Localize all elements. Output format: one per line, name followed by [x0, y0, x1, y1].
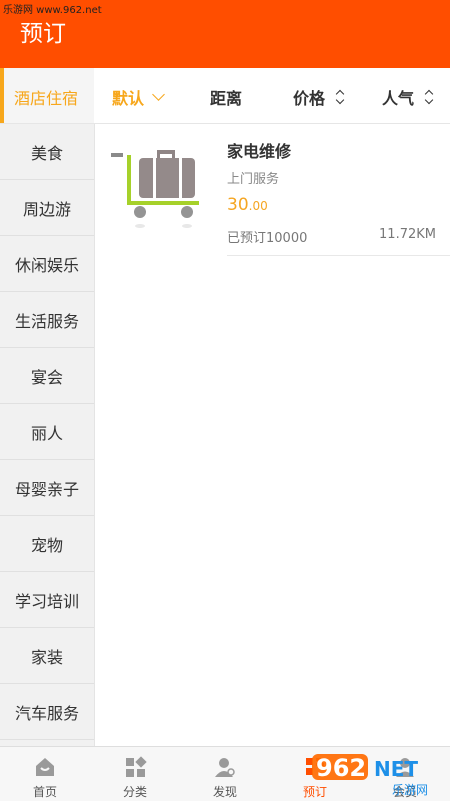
tab-discover-label: 发现: [212, 785, 237, 799]
sidebar-item-banquet[interactable]: 宴会: [0, 348, 94, 404]
sidebar-item-car-services[interactable]: 汽车服务: [0, 684, 94, 740]
sidebar-item-leisure[interactable]: 休闲娱乐: [0, 236, 94, 292]
sort-default-button[interactable]: 默认: [112, 85, 165, 109]
watermark-text: 乐游网 www.962.net: [3, 5, 102, 16]
booked-count: 已预订10000: [227, 231, 308, 246]
sidebar-item-beauty[interactable]: 丽人: [0, 404, 94, 460]
sidebar-item-nearby-travel[interactable]: 周边游: [0, 180, 94, 236]
app-header: 乐游网 www.962.net 预订: [0, 0, 450, 68]
sort-distance-label: 距离: [210, 89, 243, 108]
category-filter-button[interactable]: 酒店住宿: [0, 68, 94, 123]
sort-default-label: 默认: [112, 89, 145, 108]
sort-popularity-label: 人气: [382, 89, 415, 108]
sidebar-item-parenting[interactable]: 母婴亲子: [0, 460, 94, 516]
chevron-down-icon: [152, 87, 165, 101]
page-title: 预订: [20, 21, 66, 47]
listing-subtitle: 上门服务: [227, 172, 280, 187]
logo-caption: 乐游网: [392, 783, 428, 797]
sort-arrows-icon: [335, 89, 345, 105]
tab-discover[interactable]: 发现: [180, 747, 270, 801]
962-logo-watermark: 962 NET 乐游网: [302, 752, 444, 798]
sidebar-item-pets[interactable]: 宠物: [0, 516, 94, 572]
listing-title: 家电维修: [227, 142, 292, 161]
logo-962-text: 962: [316, 754, 366, 782]
listing-panel: 家电维修 上门服务 30.00 已预订10000 11.72KM: [95, 124, 450, 746]
price-integer: 30: [227, 195, 249, 215]
listing-price: 30.00: [227, 195, 268, 215]
sort-popularity-button[interactable]: 人气: [382, 85, 434, 109]
tab-home[interactable]: 首页: [0, 747, 90, 801]
sidebar-item-life-services[interactable]: 生活服务: [0, 292, 94, 348]
divider: [227, 255, 450, 256]
tab-category[interactable]: 分类: [90, 747, 180, 801]
category-grid-icon: [126, 756, 147, 777]
category-filter-label: 酒店住宿: [14, 89, 79, 108]
tab-category-label: 分类: [122, 785, 147, 799]
price-decimals: .00: [248, 199, 268, 213]
home-icon: [36, 758, 54, 776]
sort-price-label: 价格: [293, 89, 326, 108]
sidebar-item-home-decor[interactable]: 家装: [0, 628, 94, 684]
luggage-cart-icon: [109, 150, 201, 250]
filter-bar: 酒店住宿 默认 距离 价格 人气: [0, 68, 450, 124]
sidebar-item-food[interactable]: 美食: [0, 124, 94, 180]
sidebar-item-training[interactable]: 学习培训: [0, 572, 94, 628]
listing-distance: 11.72KM: [379, 227, 436, 242]
listing-card[interactable]: 家电维修 上门服务 30.00 已预订10000 11.72KM: [95, 124, 450, 256]
sort-distance-button[interactable]: 距离: [210, 85, 242, 109]
tab-home-label: 首页: [32, 785, 57, 799]
category-sidebar: 美食 周边游 休闲娱乐 生活服务 宴会 丽人 母婴亲子 宠物 学习培训 家装 汽…: [0, 124, 95, 746]
sort-price-button[interactable]: 价格: [293, 85, 345, 109]
sort-arrows-icon: [424, 89, 434, 105]
discover-icon: [215, 758, 235, 777]
logo-net-text: NET: [374, 757, 418, 781]
